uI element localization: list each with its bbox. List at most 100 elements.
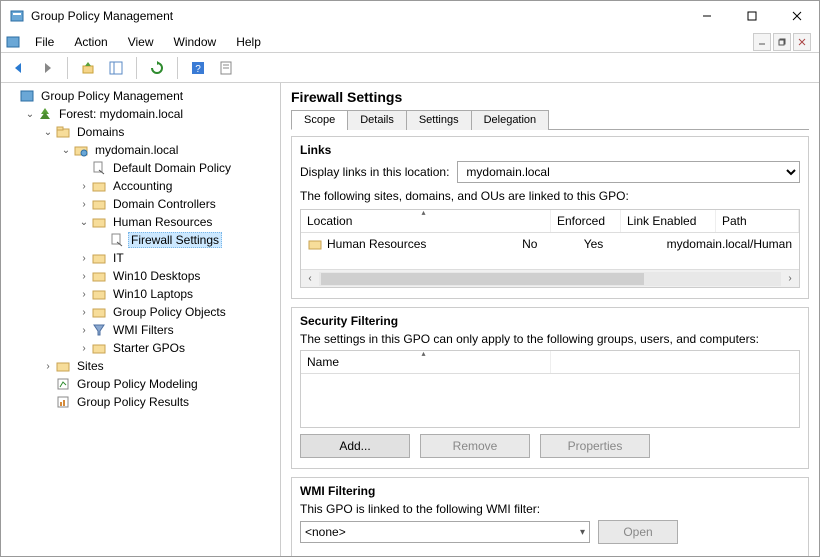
expander-icon[interactable]: › bbox=[77, 325, 91, 336]
folder-icon bbox=[91, 304, 107, 320]
security-description: The settings in this GPO can only apply … bbox=[300, 332, 800, 346]
properties-button[interactable] bbox=[214, 56, 238, 80]
tree-label: Default Domain Policy bbox=[110, 160, 234, 176]
tree-domains[interactable]: ⌄ Domains bbox=[41, 123, 278, 141]
tree-label: WMI Filters bbox=[110, 322, 177, 338]
tab-delegation[interactable]: Delegation bbox=[471, 110, 550, 130]
tree-label: Forest: mydomain.local bbox=[56, 106, 186, 122]
expander-icon[interactable]: ⌄ bbox=[59, 145, 73, 156]
security-listbox[interactable]: Name▴ bbox=[300, 350, 800, 428]
mdi-controls bbox=[753, 33, 815, 51]
tree-label: Group Policy Management bbox=[38, 88, 186, 104]
menu-help[interactable]: Help bbox=[226, 33, 271, 51]
up-button[interactable] bbox=[76, 56, 100, 80]
expander-icon[interactable]: › bbox=[77, 343, 91, 354]
cell-link-enabled: Yes bbox=[578, 233, 661, 255]
maximize-button[interactable] bbox=[729, 2, 774, 30]
tree-win10-laptops[interactable]: ›Win10 Laptops bbox=[77, 285, 278, 303]
wmi-filter-select[interactable]: <none> ▾ bbox=[300, 521, 590, 543]
tree-pane[interactable]: Group Policy Management ⌄ Forest: mydoma… bbox=[1, 83, 281, 556]
content-pane: Firewall Settings Scope Details Settings… bbox=[281, 83, 819, 556]
tree-domain-controllers[interactable]: › Domain Controllers bbox=[77, 195, 278, 213]
open-button[interactable]: Open bbox=[598, 520, 678, 544]
mdi-restore-button[interactable] bbox=[773, 33, 791, 51]
col-path[interactable]: Path bbox=[716, 210, 799, 232]
tree-sites[interactable]: › Sites bbox=[41, 357, 278, 375]
tree-label: Domain Controllers bbox=[110, 196, 219, 212]
horizontal-scrollbar[interactable]: ‹ › bbox=[301, 269, 799, 287]
links-heading: Links bbox=[300, 143, 800, 157]
expander-icon[interactable]: › bbox=[77, 271, 91, 282]
tree-firewall-settings[interactable]: Firewall Settings bbox=[95, 231, 278, 249]
expander-icon[interactable]: › bbox=[77, 199, 91, 210]
properties-button[interactable]: Properties bbox=[540, 434, 650, 458]
expander-icon[interactable]: › bbox=[77, 307, 91, 318]
expander-icon[interactable]: › bbox=[77, 181, 91, 192]
refresh-button[interactable] bbox=[145, 56, 169, 80]
tree-label: IT bbox=[110, 250, 127, 266]
links-location-label: Display links in this location: bbox=[300, 165, 449, 179]
tree-label: Firewall Settings bbox=[128, 232, 222, 248]
links-section: Links Display links in this location: my… bbox=[291, 136, 809, 299]
forward-button[interactable] bbox=[35, 56, 59, 80]
tree-modeling[interactable]: Group Policy Modeling bbox=[41, 375, 278, 393]
tree-label: Group Policy Results bbox=[74, 394, 192, 410]
col-link-enabled[interactable]: Link Enabled bbox=[621, 210, 716, 232]
table-row[interactable]: Human Resources No Yes mydomain.local/Hu… bbox=[301, 233, 799, 255]
mmc-icon bbox=[5, 34, 21, 50]
expander-icon[interactable]: › bbox=[77, 253, 91, 264]
expander-icon[interactable]: ⌄ bbox=[23, 109, 37, 120]
tree-label: Group Policy Modeling bbox=[74, 376, 201, 392]
mdi-close-button[interactable] bbox=[793, 33, 811, 51]
links-location-select[interactable]: mydomain.local bbox=[457, 161, 800, 183]
tree-it[interactable]: › IT bbox=[77, 249, 278, 267]
expander-icon[interactable]: › bbox=[77, 289, 91, 300]
menu-action[interactable]: Action bbox=[64, 33, 117, 51]
wmi-section: WMI Filtering This GPO is linked to the … bbox=[291, 477, 809, 556]
tab-details[interactable]: Details bbox=[347, 110, 407, 130]
col-location[interactable]: Location▴ bbox=[301, 210, 551, 232]
tree-domain[interactable]: ⌄ mydomain.local bbox=[59, 141, 278, 159]
links-table[interactable]: Location▴ Enforced Link Enabled Path Hum… bbox=[300, 209, 800, 288]
ou-icon bbox=[91, 286, 107, 302]
tree-human-resources[interactable]: ⌄Human Resources bbox=[77, 213, 278, 231]
menu-view[interactable]: View bbox=[118, 33, 164, 51]
tree-default-policy[interactable]: Default Domain Policy bbox=[77, 159, 278, 177]
col-enforced[interactable]: Enforced bbox=[551, 210, 621, 232]
add-button[interactable]: Add... bbox=[300, 434, 410, 458]
menu-window[interactable]: Window bbox=[164, 33, 227, 51]
expander-icon[interactable]: › bbox=[41, 361, 55, 372]
scroll-right-icon[interactable]: › bbox=[781, 273, 799, 284]
tree-label: Sites bbox=[74, 358, 107, 374]
tab-scope[interactable]: Scope bbox=[291, 110, 348, 130]
menu-file[interactable]: File bbox=[25, 33, 64, 51]
tabs: Scope Details Settings Delegation bbox=[291, 109, 809, 130]
tree-gpo[interactable]: ›Group Policy Objects bbox=[77, 303, 278, 321]
show-tree-button[interactable] bbox=[104, 56, 128, 80]
tree-wmi-filters[interactable]: › WMI Filters bbox=[77, 321, 278, 339]
close-button[interactable] bbox=[774, 2, 819, 30]
tab-settings[interactable]: Settings bbox=[406, 110, 472, 130]
expander-icon[interactable]: ⌄ bbox=[77, 217, 91, 228]
tree-starter-gpos[interactable]: ›Starter GPOs bbox=[77, 339, 278, 357]
ou-icon bbox=[91, 268, 107, 284]
back-button[interactable] bbox=[7, 56, 31, 80]
ou-icon bbox=[91, 196, 107, 212]
col-name[interactable]: Name▴ bbox=[301, 351, 551, 373]
ou-icon bbox=[91, 214, 107, 230]
tree-forest[interactable]: ⌄ Forest: mydomain.local bbox=[23, 105, 278, 123]
tree-win10-desktops[interactable]: ›Win10 Desktops bbox=[77, 267, 278, 285]
scroll-left-icon[interactable]: ‹ bbox=[301, 273, 319, 284]
tree-root[interactable]: Group Policy Management bbox=[5, 87, 278, 105]
tree-accounting[interactable]: ›Accounting bbox=[77, 177, 278, 195]
cell-enforced: No bbox=[516, 233, 578, 255]
help-button[interactable]: ? bbox=[186, 56, 210, 80]
filter-icon bbox=[91, 322, 107, 338]
tree-results[interactable]: Group Policy Results bbox=[41, 393, 278, 411]
tree-label: Domains bbox=[74, 124, 127, 140]
remove-button[interactable]: Remove bbox=[420, 434, 530, 458]
scroll-thumb[interactable] bbox=[321, 273, 644, 285]
expander-icon[interactable]: ⌄ bbox=[41, 127, 55, 138]
mdi-minimize-button[interactable] bbox=[753, 33, 771, 51]
minimize-button[interactable] bbox=[684, 2, 729, 30]
